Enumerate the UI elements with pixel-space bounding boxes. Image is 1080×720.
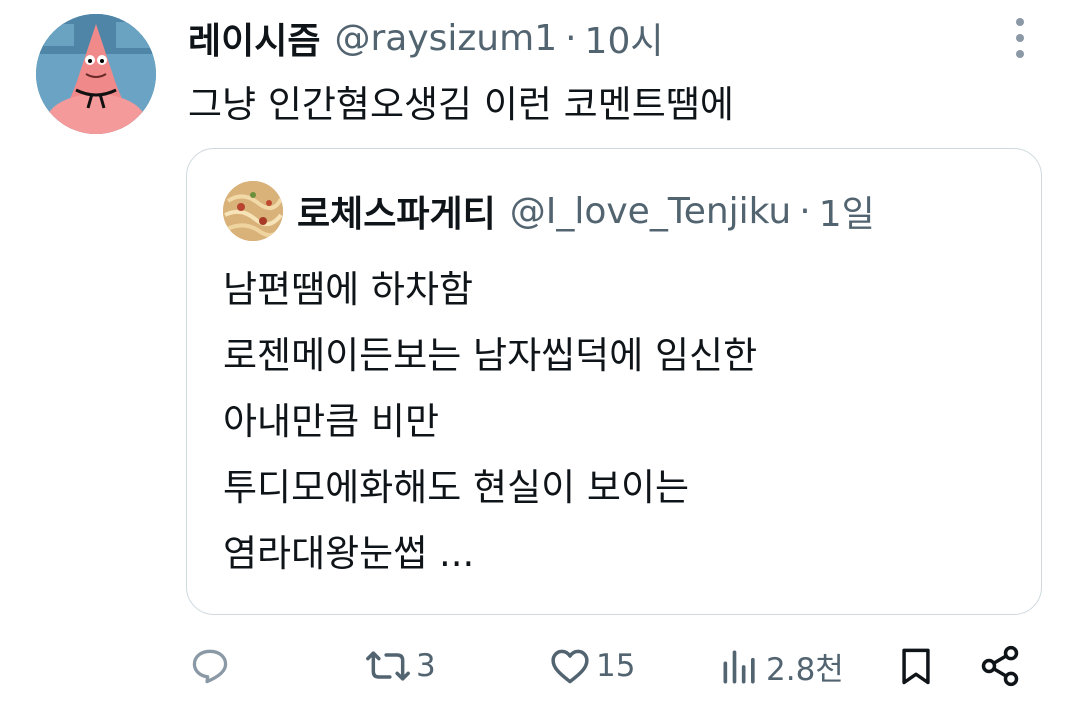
like-count: 15 [596, 648, 636, 684]
views-icon [718, 645, 762, 689]
retweet-button[interactable]: 3 [364, 644, 436, 688]
author-avatar[interactable] [36, 14, 156, 134]
tweet-text: 그냥 인간혐오생김 이런 코멘트땜에 [188, 83, 734, 126]
retweet-icon [364, 644, 412, 688]
quoted-author-avatar [223, 181, 283, 241]
quoted-separator-dot: · [799, 190, 811, 232]
quoted-text-line: 로젠메이든보는 남자씹덕에 임신한 [223, 334, 758, 377]
share-button[interactable] [978, 644, 1022, 688]
views-count: 2.8천 [766, 652, 844, 688]
author-name[interactable]: 레이시즘 [188, 12, 320, 64]
separator-dot: · [565, 17, 577, 59]
quoted-tweet-header: 로체스파게티 @I_love_Tenjiku · 1일 [297, 183, 875, 239]
share-icon [978, 644, 1022, 688]
quoted-text-line: 아내만큼 비만 [223, 400, 440, 443]
reply-icon [188, 644, 232, 688]
quoted-tweet-time: 1일 [818, 194, 875, 235]
bookmark-icon [894, 644, 938, 688]
quoted-author-name: 로체스파게티 [297, 194, 496, 235]
bookmark-button[interactable] [894, 644, 938, 688]
tweet-action-bar: 3 15 2.8천 [0, 630, 1080, 710]
quoted-text-line: 투디모에화해도 현실이 보이는 [223, 466, 690, 509]
tweet-time[interactable]: 10시 [585, 12, 664, 64]
tweet-header: 레이시즘 @raysizum1 · 10시 [188, 12, 663, 64]
quoted-tweet-text: 남편땜에 하차함 로젠메이든보는 남자씹덕에 임신한 아내만큼 비만 투디모에화… [223, 257, 757, 587]
quoted-tweet[interactable]: 로체스파게티 @I_love_Tenjiku · 1일 남편땜에 하차함 로젠메… [186, 148, 1042, 615]
retweet-count: 3 [416, 648, 436, 684]
author-handle[interactable]: @raysizum1 [334, 18, 557, 59]
quoted-text-line: 염라대왕눈썹 ... [223, 532, 475, 575]
quoted-author-handle: @I_love_Tenjiku [509, 190, 792, 232]
more-options-icon[interactable] [1008, 18, 1032, 58]
reply-button[interactable] [188, 644, 232, 688]
like-button[interactable]: 15 [548, 644, 635, 688]
views-button[interactable]: 2.8천 [718, 644, 844, 689]
quoted-text-line: 남편땜에 하차함 [223, 268, 474, 311]
heart-icon [548, 644, 592, 688]
